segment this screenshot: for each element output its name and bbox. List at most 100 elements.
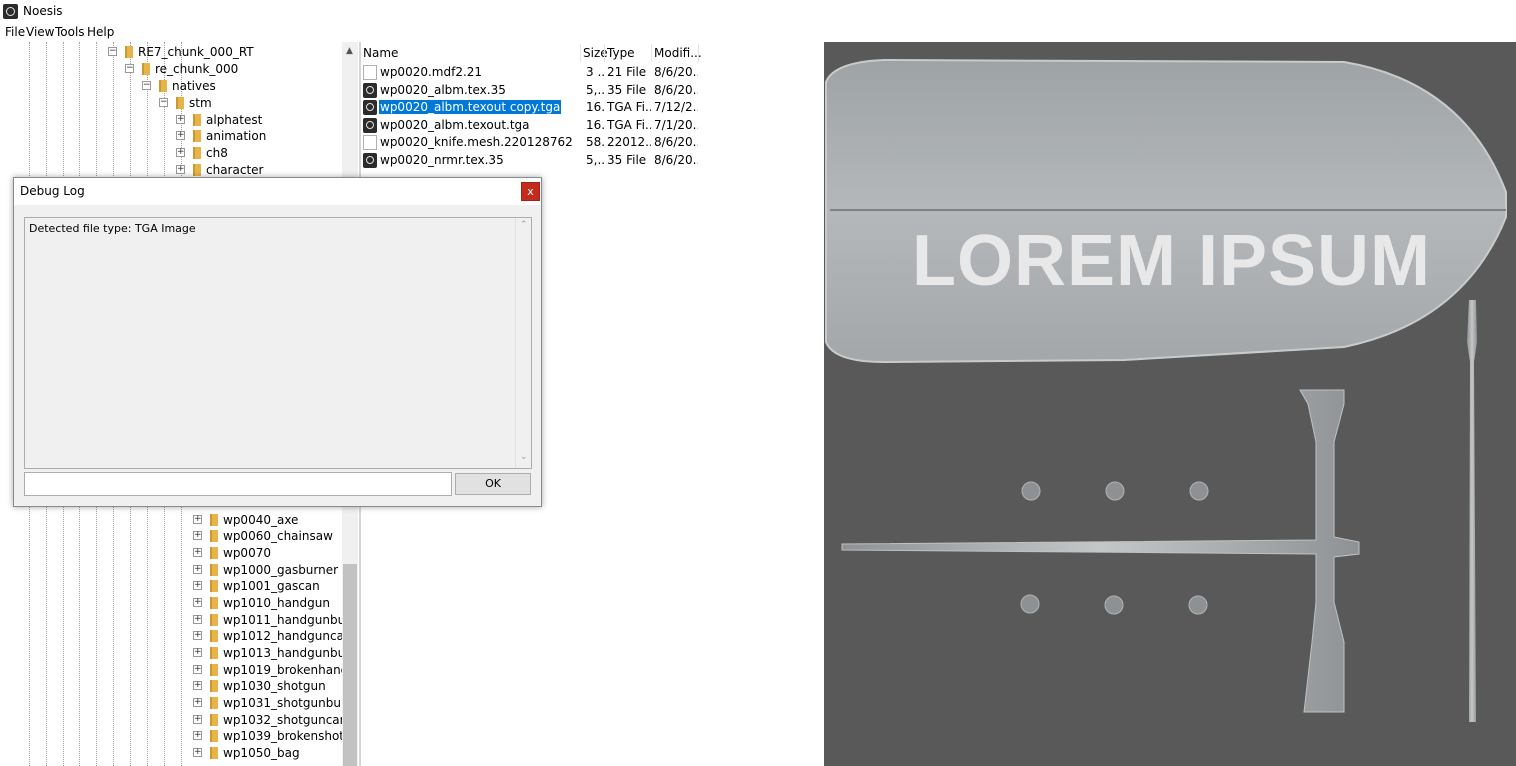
menu-bar: File View Tools Help: [0, 23, 1516, 42]
expand-icon[interactable]: +: [193, 598, 202, 607]
window-title: Noesis: [23, 4, 63, 18]
tree-item[interactable]: − natives: [142, 78, 358, 95]
tree-item[interactable]: + wp1032_shotguncartri: [193, 712, 358, 729]
tree-item[interactable]: + wp1019_brokenhandg: [193, 662, 358, 679]
menu-file[interactable]: File: [5, 25, 25, 39]
tree-item[interactable]: + alphatest: [176, 112, 358, 129]
expand-icon[interactable]: +: [193, 615, 202, 624]
expand-icon[interactable]: +: [193, 515, 202, 524]
tree-item[interactable]: + wp1001_gascan: [193, 578, 358, 595]
tree-item[interactable]: + wp1011_handgunbulle: [193, 612, 358, 629]
tree-item[interactable]: + wp0060_chainsaw: [193, 528, 358, 545]
expand-icon[interactable]: +: [193, 631, 202, 640]
expand-icon[interactable]: +: [193, 565, 202, 574]
file-type: TGA Fi...: [607, 100, 651, 114]
noesis-app-icon: [3, 4, 18, 19]
expand-icon[interactable]: +: [176, 115, 185, 124]
tree-item[interactable]: + wp1031_shotgunbullet: [193, 695, 358, 712]
file-row[interactable]: wp0020_knife.mesh.220128762 58...22012...…: [361, 134, 701, 151]
tree-item-label: re_chunk_000: [155, 62, 239, 76]
tree-scroll-thumb[interactable]: [343, 564, 357, 766]
file-row[interactable]: wp0020_albm.texout copy.tga 16...TGA Fi..…: [361, 99, 701, 116]
file-name: wp0020_albm.tex.35: [380, 82, 506, 97]
expand-icon[interactable]: +: [193, 715, 202, 724]
tree-item[interactable]: + animation: [176, 128, 358, 145]
file-row[interactable]: wp0020_nrmr.tex.35 5,...35 File 8/6/20...: [361, 152, 701, 169]
column-separator[interactable]: [604, 44, 605, 62]
ok-button[interactable]: OK: [455, 473, 531, 495]
file-type: 21 File: [607, 65, 647, 79]
expand-icon[interactable]: +: [193, 731, 202, 740]
expand-icon[interactable]: +: [193, 698, 202, 707]
overlay-text: LOREM IPSUM: [912, 221, 1432, 301]
expand-icon[interactable]: +: [176, 165, 185, 174]
scroll-down-icon[interactable]: ⌄: [520, 452, 528, 462]
collapse-icon[interactable]: −: [142, 81, 151, 90]
file-name: wp0020_albm.texout copy.tga: [377, 99, 563, 115]
file-size: 16...: [586, 117, 604, 132]
noesis-file-icon: [363, 82, 377, 98]
folder-icon: [193, 164, 201, 176]
tree-item[interactable]: − stm: [159, 95, 358, 112]
file-size: 58...: [586, 135, 604, 149]
tree-item[interactable]: + wp0040_axe: [193, 512, 358, 529]
command-input[interactable]: [24, 472, 452, 496]
expand-icon[interactable]: +: [176, 148, 185, 157]
column-separator[interactable]: [580, 44, 581, 62]
tree-item[interactable]: + wp1010_handgun: [193, 595, 358, 612]
tree-item-label: RE7_chunk_000_RT: [138, 45, 254, 59]
column-header-name[interactable]: Name: [363, 46, 398, 64]
collapse-icon[interactable]: −: [125, 64, 134, 73]
texture-preview[interactable]: LOREM IPSUM: [824, 42, 1516, 766]
column-separator[interactable]: [651, 44, 652, 62]
tree-item[interactable]: + wp1013_handgunbulle: [193, 645, 358, 662]
rivet: [1189, 481, 1209, 501]
dialog-title: Debug Log: [20, 184, 85, 198]
menu-view[interactable]: View: [26, 25, 54, 39]
file-modified: 8/6/20...: [654, 152, 698, 167]
expand-icon[interactable]: +: [193, 531, 202, 540]
menu-tools[interactable]: Tools: [55, 25, 85, 39]
file-row[interactable]: wp0020_albm.tex.35 5,...35 File 8/6/20...: [361, 82, 701, 99]
folder-icon: [210, 564, 218, 576]
scroll-up-icon[interactable]: ⌃: [520, 220, 528, 230]
expand-icon[interactable]: +: [176, 131, 185, 140]
tree-item[interactable]: + ch8: [176, 145, 358, 162]
file-row[interactable]: wp0020_albm.texout.tga 16...TGA Fi...7/1/…: [361, 117, 701, 134]
log-scrollbar[interactable]: ⌃ ⌄: [515, 218, 531, 468]
file-row[interactable]: wp0020.mdf2.21 3 ...21 File 8/6/20...: [361, 64, 701, 81]
tree-item-label: wp1031_shotgunbullet: [223, 696, 358, 710]
collapse-icon[interactable]: −: [108, 47, 117, 56]
scroll-up-icon[interactable]: ▲: [346, 46, 353, 56]
column-header-modified[interactable]: Modifi...: [654, 46, 702, 64]
expand-icon[interactable]: +: [193, 548, 202, 557]
close-button[interactable]: x: [521, 182, 540, 201]
tree-item[interactable]: − RE7_chunk_000_RT: [108, 44, 358, 61]
expand-icon[interactable]: +: [193, 581, 202, 590]
tree-item[interactable]: + wp1030_shotgun: [193, 678, 358, 695]
tree-item[interactable]: + wp1012_handguncartr: [193, 628, 358, 645]
tree-item[interactable]: + wp1039_brokenshotgu: [193, 728, 358, 745]
file-type: 22012...: [607, 135, 651, 149]
tree-item[interactable]: + wp1050_bag: [193, 745, 358, 762]
log-text: Detected file type: TGA Image: [29, 222, 196, 235]
tree-item-label: wp1011_handgunbulle: [223, 613, 358, 627]
menu-help[interactable]: Help: [87, 25, 114, 39]
file-modified: 8/6/20...: [654, 82, 698, 97]
tree-item[interactable]: + wp0070: [193, 545, 358, 562]
folder-icon: [210, 614, 218, 626]
file-size: 5,...: [586, 152, 604, 167]
expand-icon[interactable]: +: [193, 681, 202, 690]
tree-item[interactable]: + wp1000_gasburner: [193, 562, 358, 579]
column-separator[interactable]: [698, 44, 699, 62]
column-header-type[interactable]: Type: [607, 46, 635, 64]
dialog-title-bar[interactable]: Debug Log x: [14, 178, 541, 205]
expand-icon[interactable]: +: [193, 748, 202, 757]
tree-item-label: wp1010_handgun: [223, 596, 330, 610]
expand-icon[interactable]: +: [193, 665, 202, 674]
expand-icon[interactable]: +: [193, 648, 202, 657]
tree-item-label: stm: [189, 96, 212, 110]
collapse-icon[interactable]: −: [159, 98, 168, 107]
tree-item[interactable]: − re_chunk_000: [125, 61, 358, 78]
log-output[interactable]: Detected file type: TGA Image ⌃ ⌄: [24, 217, 532, 469]
